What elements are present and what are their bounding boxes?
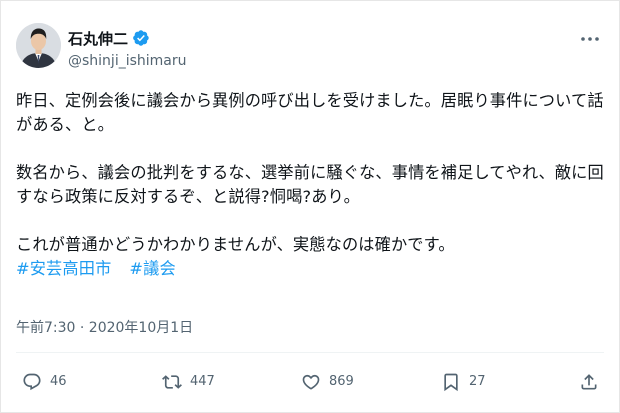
- more-options-icon: [581, 37, 599, 41]
- bookmark-icon: [444, 373, 458, 392]
- tweet-paragraph: 昨日、定例会後に議会から異例の呼び出しを受けました。居眠り事件について話がある、…: [16, 91, 604, 134]
- share-icon: [581, 374, 597, 390]
- heart-icon: [302, 374, 320, 390]
- tweet-paragraph: これが普通かどうかわかりませんが、実態なのは確かです。: [16, 235, 455, 254]
- hashtag-link[interactable]: #安芸高田市: [16, 259, 111, 278]
- tweet-text: 昨日、定例会後に議会から異例の呼び出しを受けました。居眠り事件について話がある、…: [16, 89, 606, 281]
- tweet-timestamp[interactable]: 午前7:30 · 2020年10月1日: [16, 319, 193, 337]
- share-button[interactable]: [579, 372, 599, 392]
- tweet-header: 石丸伸二 @shinji_ishimaru: [16, 23, 604, 73]
- like-button[interactable]: 869: [301, 372, 354, 392]
- retweet-count: 447: [190, 374, 215, 389]
- bookmark-count: 27: [469, 374, 486, 389]
- display-name-text[interactable]: 石丸伸二: [68, 30, 128, 48]
- avatar-photo: [16, 23, 61, 68]
- user-handle[interactable]: @shinji_ishimaru: [68, 52, 187, 70]
- hashtag-list: #安芸高田市 #議会: [16, 257, 606, 281]
- avatar[interactable]: [16, 23, 61, 68]
- more-options-button[interactable]: [579, 31, 601, 45]
- like-count: 869: [329, 374, 354, 389]
- divider: [16, 352, 604, 353]
- tweet-card: 石丸伸二 @shinji_ishimaru 昨日、定例会後に議会から異例の呼び出…: [0, 0, 620, 413]
- hashtag-link[interactable]: #議会: [129, 259, 175, 278]
- bookmark-button[interactable]: 27: [441, 372, 486, 392]
- reply-icon: [23, 373, 41, 391]
- display-name[interactable]: 石丸伸二: [68, 29, 150, 51]
- reply-button[interactable]: 46: [22, 372, 67, 392]
- retweet-icon: [162, 375, 182, 389]
- tweet-paragraph: 数名から、議会の批判をするな、選挙前に騒ぐな、事情を補足してやれ、敵に回すなら政…: [16, 163, 604, 206]
- retweet-button[interactable]: 447: [162, 372, 215, 392]
- reply-count: 46: [50, 374, 67, 389]
- verified-badge-icon: [132, 29, 150, 51]
